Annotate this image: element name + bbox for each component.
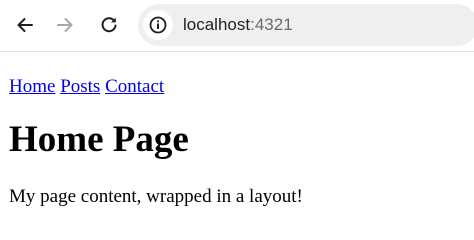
browser-toolbar: localhost:4321 [0,0,474,52]
site-nav: Home Posts Contact [9,76,164,98]
arrow-left-icon [17,18,33,32]
arrow-right-icon [57,18,73,32]
site-info-button[interactable] [143,10,173,40]
back-button[interactable] [10,10,40,40]
reload-icon [101,17,117,33]
page-content-area: Home Posts Contact Home Page My page con… [0,52,474,223]
url-host: localhost [183,15,251,34]
nav-link-posts[interactable]: Posts [60,76,100,97]
nav-link-contact[interactable]: Contact [105,76,164,97]
page-body-text: My page content, wrapped in a layout! [9,186,303,207]
url-port: :4321 [250,15,293,34]
info-icon [149,16,167,34]
nav-link-home[interactable]: Home [9,76,55,97]
address-bar[interactable]: localhost:4321 [138,4,474,46]
reload-button[interactable] [94,10,124,40]
page-title: Home Page [9,119,189,160]
forward-button[interactable] [50,10,80,40]
url-text[interactable]: localhost:4321 [183,15,293,35]
